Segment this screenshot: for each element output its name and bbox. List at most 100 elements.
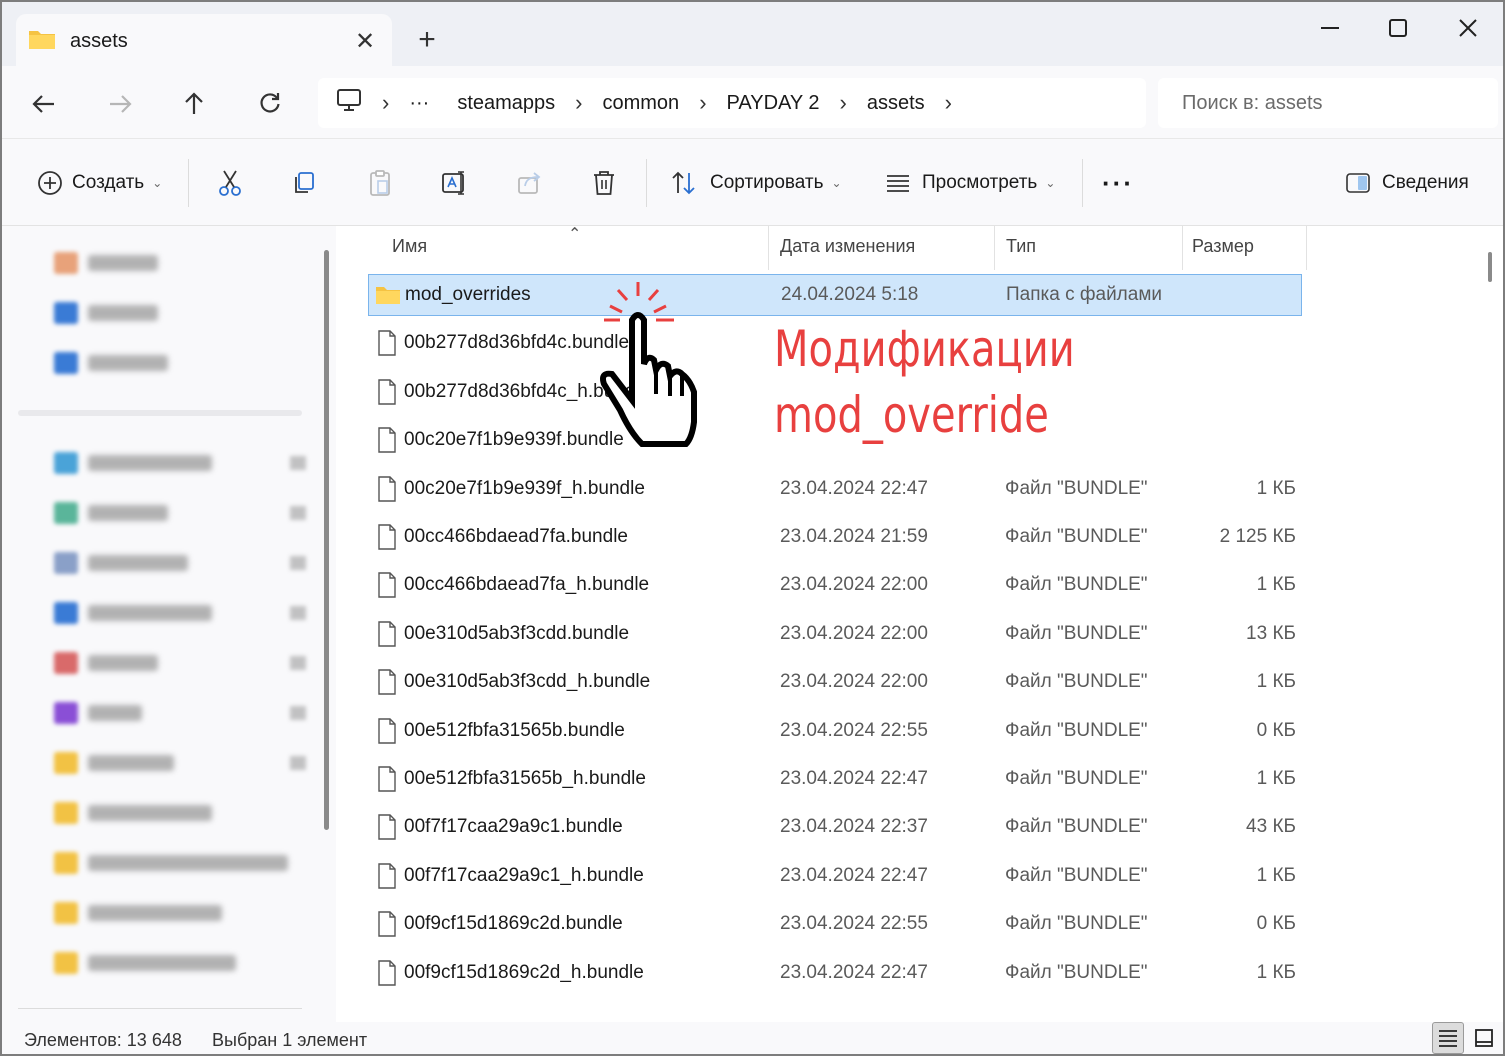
sidebar-item[interactable] <box>54 598 212 628</box>
folder-row[interactable]: mod_overrides 24.04.2024 5:18 Папка с файл… <box>368 274 1302 316</box>
sidebar-item[interactable] <box>54 948 236 978</box>
chevron-down-icon: ⌄ <box>1045 176 1056 190</box>
column-header-type[interactable]: Тип <box>1006 226 1036 266</box>
share-button[interactable] <box>512 165 548 201</box>
sidebar-item[interactable] <box>54 548 188 578</box>
sidebar-item[interactable] <box>54 648 158 678</box>
chevron-down-icon: ⌄ <box>152 176 163 190</box>
forward-button[interactable] <box>100 84 140 124</box>
address-bar[interactable]: › ··· steamapps › common › PAYDAY 2 › as… <box>318 78 1146 128</box>
sidebar-item[interactable] <box>54 798 212 828</box>
navigation-bar: › ··· steamapps › common › PAYDAY 2 › as… <box>2 66 1503 138</box>
sidebar-item[interactable] <box>54 748 174 778</box>
file-name: 00f9cf15d1869c2d.bundle <box>404 913 623 935</box>
column-divider[interactable] <box>1306 226 1307 270</box>
file-row[interactable]: 00cc466bdaead7fa.bundle 23.04.2024 21:59 Ф… <box>368 516 1302 558</box>
sidebar-item-icon <box>54 752 78 774</box>
file-row[interactable]: 00e310d5ab3f3cdd_h.bundle 23.04.2024 22:0… <box>368 661 1302 703</box>
refresh-button[interactable] <box>250 84 290 124</box>
tab-title: assets <box>70 29 128 52</box>
file-row[interactable]: 00f9cf15d1869c2d_h.bundle 23.04.2024 22:4… <box>368 952 1302 994</box>
column-header-size[interactable]: Размер <box>1192 226 1254 266</box>
sort-button[interactable]: Сортировать ⌄ <box>666 165 842 201</box>
file-list-scrollbar[interactable] <box>1488 252 1492 282</box>
sidebar-item-label-blurred <box>88 655 158 671</box>
sidebar-item[interactable] <box>54 498 168 528</box>
file-icon <box>374 379 400 405</box>
sidebar-item-label-blurred <box>88 805 212 821</box>
pin-icon <box>290 756 306 770</box>
close-window-button[interactable] <box>1438 10 1498 46</box>
breadcrumb-overflow[interactable]: ··· <box>409 92 429 115</box>
file-icon <box>374 427 400 453</box>
minimize-button[interactable] <box>1300 10 1360 46</box>
file-row[interactable]: 00e512fbfa31565b_h.bundle 23.04.2024 22:4… <box>368 758 1302 800</box>
chevron-right-icon[interactable]: › <box>945 90 952 116</box>
create-button[interactable]: Создать ⌄ <box>32 165 162 201</box>
sidebar-item-icon <box>54 952 78 974</box>
chevron-down-icon: ⌄ <box>831 176 842 190</box>
pin-icon <box>290 506 306 520</box>
column-divider[interactable] <box>768 226 769 270</box>
file-date: 23.04.2024 22:00 <box>780 622 928 644</box>
breadcrumb-common[interactable]: common <box>602 92 679 115</box>
file-type: Файл "BUNDLE" <box>1005 574 1148 596</box>
file-type: Файл "BUNDLE" <box>1005 477 1148 499</box>
file-row[interactable]: 00cc466bdaead7fa_h.bundle 23.04.2024 22:0… <box>368 564 1302 606</box>
file-type: Файл "BUNDLE" <box>1005 622 1148 644</box>
delete-button[interactable] <box>586 165 622 201</box>
sidebar-item[interactable] <box>54 898 222 928</box>
cut-button[interactable] <box>212 165 248 201</box>
file-row[interactable]: 00f7f17caa29a9c1.bundle 23.04.2024 22:37 Ф… <box>368 806 1302 848</box>
column-divider[interactable] <box>1182 226 1183 270</box>
title-bar: assets ✕ + <box>2 2 1503 68</box>
view-button[interactable]: Просмотреть ⌄ <box>880 165 1055 201</box>
file-name: 00c20e7f1b9e939f_h.bundle <box>404 477 645 499</box>
sidebar-item-label-blurred <box>88 455 212 471</box>
file-date: 23.04.2024 22:47 <box>780 864 928 886</box>
file-size: 1 КБ <box>1256 671 1296 693</box>
column-header-date[interactable]: Дата изменения <box>780 226 915 266</box>
rename-button[interactable] <box>436 165 472 201</box>
file-row[interactable]: 00e512fbfa31565b.bundle 23.04.2024 22:55 Ф… <box>368 710 1302 752</box>
new-tab-button[interactable]: + <box>412 22 442 58</box>
column-header-name[interactable]: Имя <box>392 226 427 266</box>
more-options-button[interactable]: ··· <box>1102 165 1134 201</box>
column-divider[interactable] <box>994 226 995 270</box>
paste-button[interactable] <box>362 165 398 201</box>
file-row[interactable]: 00e310d5ab3f3cdd.bundle 23.04.2024 22:00 Ф… <box>368 613 1302 655</box>
breadcrumb-steamapps[interactable]: steamapps <box>457 92 555 115</box>
copy-button[interactable] <box>286 165 322 201</box>
chevron-right-icon: › <box>699 90 707 115</box>
sidebar-item[interactable] <box>54 348 168 378</box>
sidebar-item[interactable] <box>54 448 212 478</box>
breadcrumb-payday2[interactable]: PAYDAY 2 <box>727 92 820 115</box>
file-row[interactable]: 00c20e7f1b9e939f_h.bundle 23.04.2024 22:4… <box>368 468 1302 510</box>
file-size: 1 КБ <box>1256 961 1296 983</box>
sidebar-scrollbar[interactable] <box>324 250 329 830</box>
file-name: 00f7f17caa29a9c1_h.bundle <box>404 864 644 886</box>
up-button[interactable] <box>174 84 214 124</box>
maximize-button[interactable] <box>1368 10 1428 46</box>
details-pane-icon <box>1340 165 1376 201</box>
file-size: 13 КБ <box>1246 622 1296 644</box>
sidebar-item[interactable] <box>54 848 288 878</box>
breadcrumb-assets[interactable]: assets <box>867 92 925 115</box>
details-view-button[interactable] <box>1432 1022 1464 1054</box>
details-button[interactable]: Сведения <box>1340 165 1469 201</box>
tab-close-icon[interactable]: ✕ <box>350 27 380 56</box>
file-row[interactable]: 00f9cf15d1869c2d.bundle 23.04.2024 22:55 Ф… <box>368 903 1302 945</box>
item-count: Элементов: 13 648 <box>24 1030 182 1050</box>
tiles-view-button[interactable] <box>1468 1022 1500 1054</box>
file-date: 23.04.2024 22:47 <box>780 768 928 789</box>
sidebar-item[interactable] <box>54 698 142 728</box>
sidebar-item[interactable] <box>54 248 158 278</box>
share-icon <box>512 165 548 201</box>
file-name: 00e512fbfa31565b_h.bundle <box>404 768 646 789</box>
file-size: 1 КБ <box>1256 574 1296 596</box>
search-input[interactable]: Поиск в: assets <box>1158 78 1498 128</box>
sidebar-item[interactable] <box>54 298 158 328</box>
tab-assets[interactable]: assets ✕ <box>16 14 392 68</box>
file-row[interactable]: 00f7f17caa29a9c1_h.bundle 23.04.2024 22:4… <box>368 855 1302 897</box>
back-button[interactable] <box>24 84 64 124</box>
